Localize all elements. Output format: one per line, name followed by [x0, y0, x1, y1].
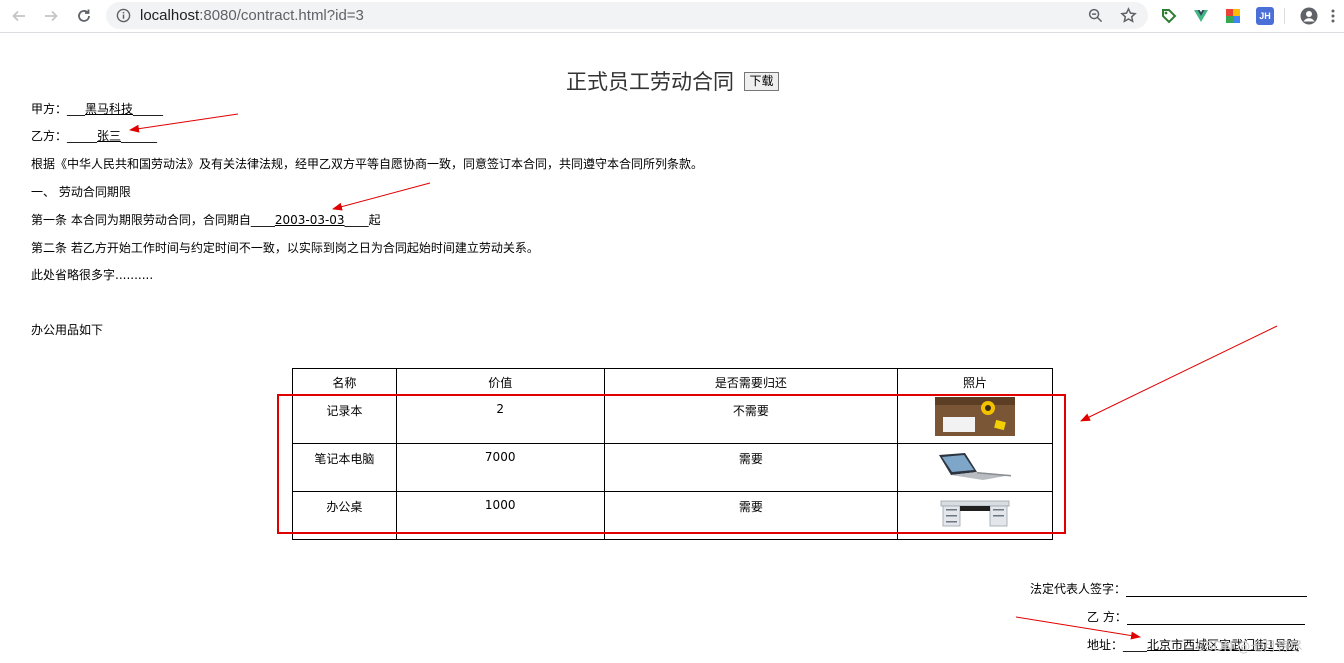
- header-return: 是否需要归还: [603, 368, 899, 396]
- section-heading: 一、 劳动合同期限: [31, 185, 131, 199]
- info-icon[interactable]: [116, 8, 131, 23]
- article-1-prefix: 第一条 本合同为期限劳动合同，合同期自____: [31, 213, 275, 227]
- header-photo: 照片: [897, 368, 1053, 396]
- forward-arrow-icon: [45, 10, 58, 22]
- article-1-date: 2003-03-03: [274, 213, 345, 227]
- party-a-suffix: _____: [133, 102, 164, 116]
- forward-button[interactable]: [40, 5, 62, 27]
- profile-avatar-icon[interactable]: [1300, 7, 1318, 25]
- toolbar-divider: [1284, 8, 1285, 24]
- url-text[interactable]: localhost:8080/contract.html?id=3: [140, 7, 364, 24]
- annotation-highlight-box: [277, 394, 1066, 534]
- party-b-signature: 乙 方：: [1087, 608, 1305, 625]
- vue-devtools-icon[interactable]: [1192, 7, 1210, 25]
- bookmark-star-icon[interactable]: [1120, 7, 1137, 24]
- colorful-extension-icon[interactable]: [1224, 7, 1242, 25]
- reload-button[interactable]: [73, 5, 95, 27]
- omitted-text: 此处省略很多字..........: [31, 268, 154, 282]
- jh-extension-icon[interactable]: JH: [1256, 7, 1274, 25]
- party-a-line: 甲方：___黑马科技_____: [31, 100, 163, 117]
- party-a-prefix: 甲方：___: [31, 102, 86, 116]
- table-header-row: 名称 价值 是否需要归还 照片: [292, 368, 1053, 396]
- party-b-suffix: ______: [121, 129, 158, 143]
- browser-toolbar: localhost:8080/contract.html?id=3 JH: [0, 0, 1344, 33]
- menu-kebab-icon[interactable]: [1324, 7, 1342, 25]
- article-1-suffix: ____起: [344, 213, 381, 227]
- arrow-to-date: [332, 182, 431, 211]
- party-a-name: 黑马科技: [85, 102, 134, 116]
- contract-title: 正式员工劳动合同: [566, 70, 734, 94]
- annotation-arrows: [129, 113, 1278, 640]
- legal-rep-label: 法定代表人签字：: [1030, 582, 1127, 596]
- url-path: :8080/contract.html?id=3: [199, 7, 364, 24]
- legal-rep-signature-line: [1126, 583, 1308, 597]
- header-value: 价值: [395, 368, 605, 396]
- header-name: 名称: [292, 368, 397, 396]
- arrow-to-table: [1080, 325, 1278, 422]
- url-host: localhost: [140, 7, 200, 24]
- party-b-signature-label: 乙 方：: [1087, 610, 1127, 624]
- intro-paragraph: 根据《中华人民共和国劳动法》及有关法律法规，经甲乙双方平等自愿协商一致，同意签订…: [31, 157, 704, 171]
- jh-label: JH: [1259, 11, 1271, 21]
- article-1-line: 第一条 本合同为期限劳动合同，合同期自____2003-03-03____起: [31, 211, 381, 228]
- csdn-watermark: CSDN @七月将尽: [1196, 640, 1303, 655]
- address-label: 地址：____: [1087, 638, 1148, 652]
- address-bar[interactable]: localhost:8080/contract.html?id=3: [106, 2, 1148, 29]
- back-arrow-icon: [12, 10, 25, 22]
- tag-extension-icon[interactable]: [1160, 7, 1178, 25]
- party-b-line: 乙方：_____张三______: [31, 127, 157, 144]
- party-b-signature-line: [1126, 611, 1305, 625]
- zoom-icon[interactable]: [1088, 8, 1103, 23]
- legal-rep-signature: 法定代表人签字：: [1030, 580, 1308, 597]
- reload-icon: [78, 9, 90, 22]
- article-2-line: 第二条 若乙方开始工作时间与约定时间不一致，以实际到岗之日为合同起始时间建立劳动…: [31, 241, 539, 255]
- download-button[interactable]: 下载: [744, 72, 779, 91]
- back-button[interactable]: [8, 5, 30, 27]
- supplies-heading: 办公用品如下: [31, 323, 104, 337]
- party-b-prefix: 乙方：_____: [31, 129, 98, 143]
- party-b-name: 张三: [97, 129, 122, 143]
